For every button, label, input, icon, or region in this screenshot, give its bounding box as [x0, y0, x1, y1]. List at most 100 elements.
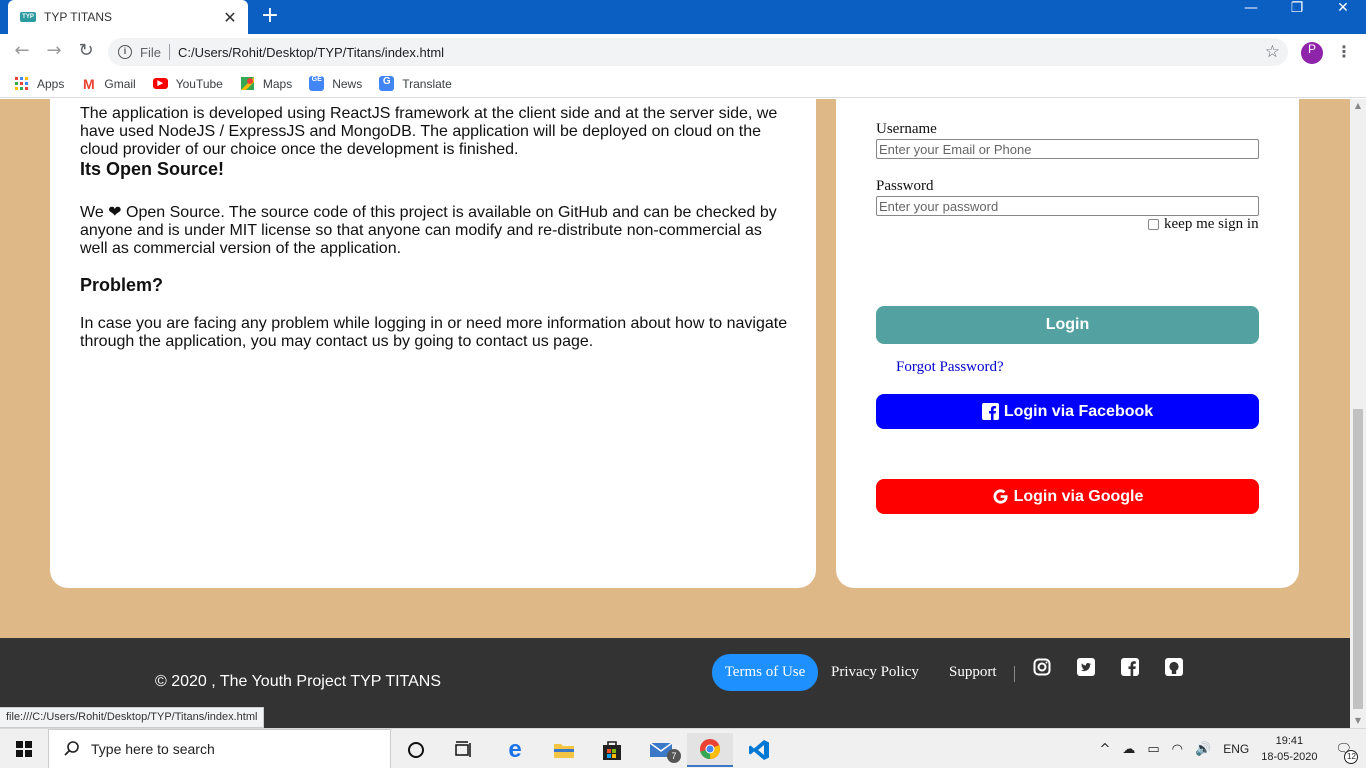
bookmark-gmail[interactable]: M Gmail [81, 76, 136, 92]
browser-toolbar: ← → ↻ i File C:/Users/Rohit/Desktop/TYP/… [0, 34, 1366, 70]
facebook-square-icon[interactable] [1121, 658, 1139, 676]
wifi-icon[interactable]: ◠ [1172, 742, 1183, 757]
forgot-password-link[interactable]: Forgot Password? [896, 359, 1004, 376]
facebook-login-button[interactable]: Login via Facebook [876, 394, 1259, 429]
scrollbar-thumb[interactable] [1353, 409, 1363, 709]
password-label: Password [876, 178, 934, 194]
store-taskbar-button[interactable] [589, 733, 635, 767]
problem-heading: Problem? [80, 275, 164, 295]
github-icon[interactable] [1165, 658, 1183, 676]
login-card: Username Password keep me sign in Login … [836, 99, 1299, 588]
system-tray: ^ ☁ ▭ ◠ 🔊 ENG 19:41 18-05-2020 🗨 12 [1093, 729, 1366, 768]
bookmark-youtube[interactable]: ▶ YouTube [152, 76, 223, 91]
forward-button[interactable]: → [42, 40, 66, 64]
scroll-down-arrow-icon[interactable]: ▼ [1350, 714, 1366, 728]
google-icon [993, 489, 1008, 504]
apps-grid-icon [15, 77, 28, 90]
new-tab-button[interactable]: + [258, 4, 282, 30]
taskbar-search-box[interactable]: Type here to search [48, 729, 391, 768]
store-bag-icon [603, 741, 621, 760]
profile-avatar[interactable]: P [1301, 42, 1323, 64]
task-view-button[interactable] [440, 733, 486, 767]
bookmark-label: Maps [262, 76, 293, 91]
site-favicon-icon: TYP [20, 12, 36, 22]
bookmark-label: Apps [37, 76, 65, 91]
chrome-taskbar-button[interactable] [687, 733, 733, 767]
action-center-icon[interactable]: 🗨 12 [1335, 742, 1359, 764]
support-link[interactable]: Support [949, 664, 997, 681]
keep-signed-in-checkbox[interactable] [1148, 219, 1159, 230]
twitter-icon[interactable] [1077, 658, 1095, 676]
instagram-icon[interactable] [1033, 658, 1051, 676]
open-source-heading: Its Open Source! [80, 159, 225, 179]
reload-button[interactable]: ↻ [74, 40, 98, 64]
browser-title-bar: TYP TYP TITANS ✕ + — ❐ ✕ [0, 0, 1366, 34]
page-viewport: The application is developed using React… [0, 99, 1350, 728]
tray-overflow-chevron-icon[interactable]: ^ [1099, 742, 1110, 757]
close-window-button[interactable]: ✕ [1320, 0, 1366, 30]
about-card: The application is developed using React… [50, 99, 816, 588]
bookmark-label: Translate [402, 76, 452, 91]
battery-icon[interactable]: ▭ [1147, 742, 1159, 757]
gmail-icon: M [83, 76, 95, 92]
bookmark-news[interactable]: GE News [309, 76, 362, 91]
bookmark-apps[interactable]: Apps [14, 76, 64, 91]
terms-of-use-link[interactable]: Terms of Use [712, 654, 818, 691]
edge-icon: e [508, 736, 522, 763]
taskbar-clock[interactable]: 19:41 18-05-2020 [1261, 733, 1317, 765]
vscode-taskbar-button[interactable] [736, 733, 782, 767]
cortana-circle-icon [408, 742, 424, 758]
volume-icon[interactable]: 🔊 [1195, 742, 1211, 757]
tab-close-icon[interactable]: ✕ [222, 8, 238, 27]
problem-text: In case you are facing any problem while… [80, 315, 788, 350]
file-explorer-taskbar-button[interactable] [541, 733, 587, 767]
translate-icon: G [379, 76, 395, 91]
heart-icon: ❤ [108, 202, 122, 221]
bookmark-label: YouTube [175, 76, 223, 91]
browser-menu-icon[interactable]: ⋮ [1336, 42, 1352, 64]
copyright-text: © 2020 , The Youth Project TYP TITANS [155, 673, 442, 690]
edge-taskbar-button[interactable]: e [492, 733, 538, 767]
tab-title: TYP TITANS [44, 10, 113, 24]
google-login-label: Login via Google [1013, 487, 1144, 505]
bookmark-maps[interactable]: Maps [240, 76, 292, 91]
chrome-icon [700, 739, 721, 760]
scroll-up-arrow-icon[interactable]: ▲ [1350, 99, 1366, 113]
page-scrollbar[interactable]: ▲ ▼ [1350, 99, 1366, 728]
bookmark-label: News [332, 76, 363, 91]
link-status-bubble: file:///C:/Users/Rohit/Desktop/TYP/Titan… [0, 707, 265, 728]
bookmark-translate[interactable]: G Translate [379, 76, 452, 91]
facebook-icon [981, 403, 999, 420]
minimize-window-button[interactable]: — [1228, 0, 1274, 30]
restore-window-button[interactable]: ❐ [1274, 0, 1320, 30]
address-separator [168, 44, 170, 60]
vscode-icon [749, 740, 769, 760]
cortana-button[interactable] [393, 733, 439, 767]
back-button[interactable]: ← [10, 40, 34, 64]
keep-signed-in-option[interactable]: keep me sign in [1148, 216, 1259, 233]
address-url[interactable]: C:/Users/Rohit/Desktop/TYP/Titans/index.… [178, 45, 1265, 60]
login-button[interactable]: Login [876, 306, 1259, 344]
browser-tab[interactable]: TYP TYP TITANS ✕ [8, 0, 248, 34]
open-source-text: Open Source. The source code of this pro… [80, 204, 777, 257]
username-input[interactable] [876, 139, 1259, 159]
bookmark-star-icon[interactable]: ☆ [1265, 42, 1280, 62]
password-input[interactable] [876, 196, 1259, 216]
address-scheme-label: File [140, 44, 161, 60]
facebook-login-label: Login via Facebook [1003, 402, 1154, 420]
windows-taskbar: Type here to search e 7 ^ ☁ ▭ ◠ 🔊 ENG 19… [0, 728, 1366, 768]
site-info-icon[interactable]: i [118, 45, 132, 59]
keep-signed-in-label: keep me sign in [1164, 216, 1259, 232]
mail-taskbar-button[interactable]: 7 [639, 733, 685, 767]
windows-logo-icon [16, 741, 32, 757]
task-view-icon [455, 741, 471, 757]
folder-icon [554, 744, 574, 758]
notification-count-badge: 12 [1344, 749, 1359, 764]
start-button[interactable] [0, 729, 48, 768]
maps-icon [240, 77, 254, 90]
google-login-button[interactable]: Login via Google [876, 479, 1259, 514]
onedrive-cloud-icon[interactable]: ☁ [1122, 742, 1135, 757]
language-indicator[interactable]: ENG [1223, 742, 1249, 756]
address-bar[interactable]: i File C:/Users/Rohit/Desktop/TYP/Titans… [108, 38, 1288, 66]
privacy-policy-link[interactable]: Privacy Policy [831, 664, 919, 681]
